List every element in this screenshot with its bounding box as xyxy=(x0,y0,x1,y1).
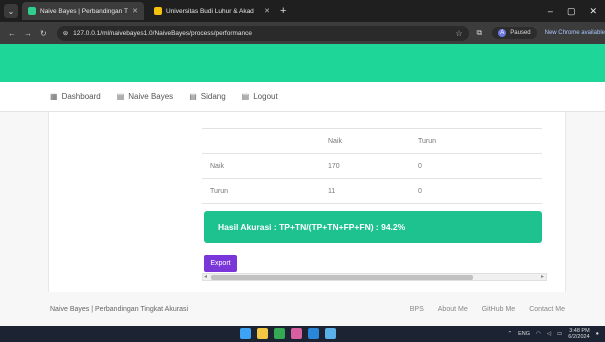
calendar-icon: ▤ xyxy=(116,92,125,101)
battery-icon[interactable]: ▭ xyxy=(557,331,562,337)
file-explorer-icon[interactable] xyxy=(257,328,268,339)
new-chrome-available-button[interactable]: New Chrome available xyxy=(545,30,605,36)
export-button[interactable]: Export xyxy=(204,255,237,272)
notification-bell-icon[interactable]: ● xyxy=(596,331,599,337)
site-info-icon[interactable]: ⊜ xyxy=(63,29,68,37)
nav-item-sidang[interactable]: ▤ Sidang xyxy=(189,92,225,101)
browser-tab-bar: ⌄ Naive Bayes | Perbandingan Tin ✕ Unive… xyxy=(0,0,605,22)
close-tab-icon[interactable]: ✕ xyxy=(264,7,270,15)
footer-link-bps[interactable]: BPS xyxy=(410,306,424,313)
dashboard-icon: ▦ xyxy=(50,92,58,101)
confusion-matrix-table: Naik Turun Naik 170 0 Turun 11 0 xyxy=(202,128,542,204)
page-footer: Naive Bayes | Perbandingan Tingkat Akura… xyxy=(0,292,605,326)
vscode-icon[interactable] xyxy=(308,328,319,339)
scroll-right-icon[interactable]: ▸ xyxy=(541,273,544,280)
tab-title: Naive Bayes | Perbandingan Tin xyxy=(40,7,129,15)
wifi-icon[interactable]: ◠ xyxy=(536,331,541,337)
footer-link-github-me[interactable]: GitHub Me xyxy=(482,306,515,313)
table-cell: Naik xyxy=(210,162,225,170)
url-text: 127.0.0.1/ml/naivebayes1.0/NaiveBayes/pr… xyxy=(73,29,253,37)
footer-brand: Naive Bayes | Perbandingan Tingkat Akura… xyxy=(50,305,189,313)
extensions-icon[interactable]: ⧉ xyxy=(477,28,483,38)
horizontal-scrollbar[interactable]: ◂ ▸ xyxy=(202,273,547,281)
tab-search-icon[interactable]: ⌄ xyxy=(4,4,18,18)
clock-date: 6/2/2024 xyxy=(568,334,590,340)
nav-item-logout[interactable]: ▤ Logout xyxy=(242,92,278,101)
nav-label: Naive Bayes xyxy=(128,92,174,101)
bookmark-star-icon[interactable]: ☆ xyxy=(455,29,462,38)
os-taskbar: ⌃ ENG ◠ ◁ ▭ 3:48 PM 6/2/2024 ● xyxy=(0,326,605,342)
nav-label: Dashboard xyxy=(61,92,101,101)
table-cell: 11 xyxy=(328,187,336,195)
scrollbar-thumb[interactable] xyxy=(211,275,473,280)
nav-item-naive-bayes[interactable]: ▤ Naive Bayes xyxy=(117,92,173,101)
avatar: A xyxy=(498,29,507,37)
window-controls: – ▢ ✕ xyxy=(548,6,597,17)
volume-icon[interactable]: ◁ xyxy=(547,331,551,337)
clock[interactable]: 3:48 PM 6/2/2024 xyxy=(568,328,589,340)
taskbar-apps xyxy=(240,328,336,339)
table-cell: 0 xyxy=(418,162,422,170)
scroll-left-icon[interactable]: ◂ xyxy=(204,273,207,280)
table-header-row: Naik Turun xyxy=(202,129,542,154)
reload-icon[interactable]: ↻ xyxy=(40,29,47,38)
browser-tab-naive-bayes[interactable]: Naive Bayes | Perbandingan Tin ✕ xyxy=(22,2,144,20)
minimize-icon[interactable]: – xyxy=(548,6,553,17)
footer-link-contact-me[interactable]: Contact Me xyxy=(529,306,565,313)
forward-icon[interactable]: → xyxy=(24,29,32,38)
footer-link-about-me[interactable]: About Me xyxy=(438,306,468,313)
chevron-up-icon[interactable]: ⌃ xyxy=(507,331,512,337)
footer-links: BPS About Me GitHub Me Contact Me xyxy=(410,306,565,313)
profile-button[interactable]: A Paused xyxy=(492,27,537,39)
windows-start-icon[interactable] xyxy=(240,328,251,339)
table-row: Turun 11 0 xyxy=(202,179,542,204)
accuracy-text: Hasil Akurasi : TP+TN/(TP+TN+FP+FN) : 94… xyxy=(218,222,406,232)
address-bar-row: ← → ↻ ⊜ 127.0.0.1/ml/naivebayes1.0/Naive… xyxy=(0,22,605,44)
url-input[interactable]: ⊜ 127.0.0.1/ml/naivebayes1.0/NaiveBayes/… xyxy=(56,25,469,41)
language-indicator[interactable]: ENG xyxy=(518,331,530,337)
close-tab-icon[interactable]: ✕ xyxy=(132,7,138,15)
tab-title: Universitas Budi Luhur & Akad xyxy=(166,7,254,15)
nav-label: Logout xyxy=(253,92,278,101)
table-header: Naik xyxy=(328,137,343,145)
naive-bayes-favicon-icon xyxy=(28,7,36,15)
system-tray: ⌃ ENG ◠ ◁ ▭ 3:48 PM 6/2/2024 ● xyxy=(507,328,599,340)
browser-tab-universitas[interactable]: Universitas Budi Luhur & Akad ✕ xyxy=(148,2,276,20)
main-navbar: ▦ Dashboard ▤ Naive Bayes ▤ Sidang ▤ Log… xyxy=(0,82,605,112)
back-icon[interactable]: ← xyxy=(8,29,16,38)
table-row: Naik 170 0 xyxy=(202,154,542,179)
app-icon[interactable] xyxy=(325,328,336,339)
nav-label: Sidang xyxy=(200,92,226,101)
header-banner xyxy=(0,44,605,82)
accuracy-result-banner: Hasil Akurasi : TP+TN/(TP+TN+FP+FN) : 94… xyxy=(204,211,542,243)
app-icon[interactable] xyxy=(291,328,302,339)
new-tab-icon[interactable]: + xyxy=(280,5,286,17)
university-favicon-icon xyxy=(154,7,162,15)
chrome-icon[interactable] xyxy=(274,328,285,339)
calendar-icon: ▤ xyxy=(241,92,250,101)
table-cell: 170 xyxy=(328,162,340,170)
nav-item-dashboard[interactable]: ▦ Dashboard xyxy=(50,92,101,101)
close-window-icon[interactable]: ✕ xyxy=(589,6,597,17)
table-cell: 0 xyxy=(418,187,422,195)
calendar-icon: ▤ xyxy=(189,92,197,101)
maximize-icon[interactable]: ▢ xyxy=(567,6,576,17)
table-cell: Turun xyxy=(210,187,229,195)
table-header: Turun xyxy=(418,137,437,145)
profile-status: Paused xyxy=(510,30,531,36)
